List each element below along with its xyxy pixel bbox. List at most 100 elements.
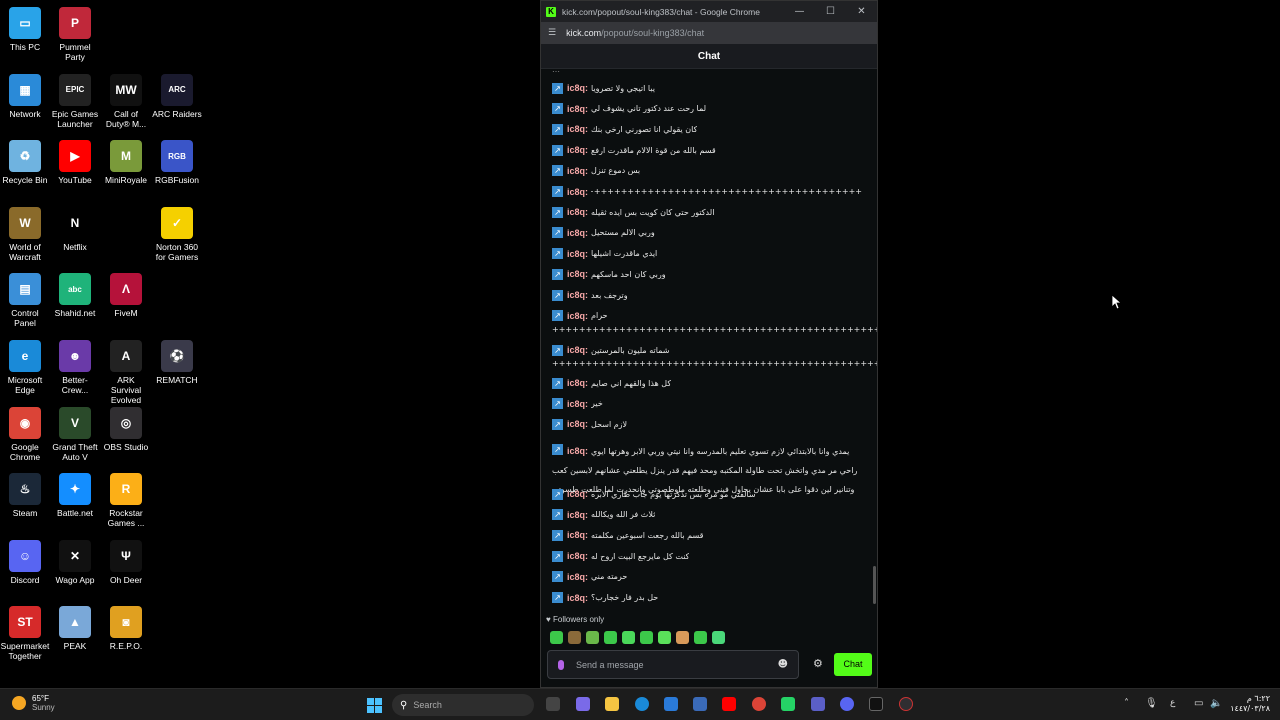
microphone-tray-icon[interactable]: 🎙 <box>1145 698 1158 709</box>
desktop-icon[interactable]: ST Supermarket Together <box>0 606 50 661</box>
desktop-icon[interactable]: ◙ R.E.P.O. <box>101 606 151 651</box>
task-view-icon[interactable] <box>546 697 560 711</box>
desktop-icon[interactable]: ⚽ REMATCH <box>152 340 202 385</box>
chrome-taskbar-icon[interactable] <box>752 697 766 711</box>
desktop-icon[interactable]: Ψ Oh Deer <box>101 539 151 585</box>
desktop-icon[interactable]: N Netflix <box>50 206 100 252</box>
desktop-icon[interactable]: ARC ARC Raiders <box>152 73 202 119</box>
desktop-icon[interactable]: ☻ Better-Crew... <box>50 340 100 395</box>
emote-icon[interactable] <box>640 631 653 644</box>
emote-bar[interactable] <box>550 631 725 644</box>
display-icon[interactable]: ▭ <box>1194 698 1203 709</box>
emoji-icon[interactable]: ☻ <box>778 659 788 670</box>
emote-icon[interactable] <box>712 631 725 644</box>
desktop-icon[interactable]: Λ FiveM <box>101 273 151 318</box>
emote-icon[interactable] <box>694 631 707 644</box>
desktop-icon[interactable]: A ARK Survival Evolved <box>101 340 151 405</box>
language-icon[interactable]: ع <box>1170 698 1175 708</box>
copilot-icon[interactable] <box>576 697 590 711</box>
close-icon[interactable]: ✕ <box>846 6 877 17</box>
microphone-icon[interactable] <box>558 659 564 670</box>
desktop-icon[interactable]: W World of Warcraft <box>0 206 50 262</box>
chat-messages[interactable]: … ↗ ic8q: يبا اتيجي ولا تصرويا ↗ ic8q: لما رح… <box>541 69 877 609</box>
desktop-icon[interactable]: ♨ Steam <box>0 473 50 518</box>
site-settings-icon[interactable]: ☰ <box>548 28 556 38</box>
chat-username[interactable]: ic8q: <box>567 311 588 321</box>
desktop-icon[interactable]: P Pummel Party <box>50 7 100 62</box>
chat-username[interactable]: ic8q: <box>567 399 588 409</box>
emote-icon[interactable] <box>676 631 689 644</box>
app-icon[interactable] <box>693 697 707 711</box>
desktop-icon[interactable]: ▤ Control Panel <box>0 273 50 328</box>
gear-icon[interactable]: ⚙ <box>813 657 823 670</box>
chat-send-button[interactable]: Chat <box>834 653 872 676</box>
chat-username[interactable]: ic8q: <box>567 249 588 259</box>
chat-username[interactable]: ic8q: <box>567 207 588 217</box>
chat-username[interactable]: ic8q: <box>567 145 588 155</box>
windows-start-icon[interactable] <box>367 698 382 713</box>
discord-taskbar-icon[interactable] <box>840 697 854 711</box>
chat-username[interactable]: ic8q: <box>567 378 588 388</box>
desktop-icon[interactable]: ◎ OBS Studio <box>101 406 151 452</box>
chat-username[interactable]: ic8q: <box>567 187 588 197</box>
emote-icon[interactable] <box>604 631 617 644</box>
chat-username[interactable]: ic8q: <box>567 166 588 176</box>
chat-username[interactable]: ic8q: <box>567 446 588 456</box>
desktop-icon[interactable]: ▶ YouTube <box>50 140 100 185</box>
volume-icon[interactable]: 🔈 <box>1210 698 1222 709</box>
chat-username[interactable]: ic8q: <box>567 551 588 561</box>
teams-icon[interactable] <box>811 697 825 711</box>
desktop-icon[interactable]: abc Shahid.net <box>50 273 100 318</box>
chat-username[interactable]: ic8q: <box>567 510 588 520</box>
file-explorer-icon[interactable] <box>605 697 619 711</box>
emote-icon[interactable] <box>550 631 563 644</box>
address-bar[interactable]: ☰ kick.com/popout/soul-king383/chat <box>541 22 877 44</box>
chat-username[interactable]: ic8q: <box>567 124 588 134</box>
emote-icon[interactable] <box>622 631 635 644</box>
chevron-up-icon[interactable]: ˄ <box>1124 698 1129 709</box>
clock[interactable]: ٦:٢٢ م ١٤٤٧/٠٣/٢٨ <box>1230 694 1270 714</box>
desktop-icon[interactable]: ▭ This PC <box>0 7 50 52</box>
chat-username[interactable]: ic8q: <box>567 228 588 238</box>
desktop-icon[interactable]: ✕ Wago App <box>50 539 100 585</box>
obs-taskbar-icon[interactable] <box>899 697 913 711</box>
desktop-icon[interactable]: ☺ Discord <box>0 539 50 585</box>
desktop-icon[interactable]: R Rockstar Games ... <box>101 473 151 528</box>
desktop-icon[interactable]: ✦ Battle.net <box>50 473 100 518</box>
desktop-icon[interactable]: ▲ PEAK <box>50 606 100 651</box>
chat-scrollbar[interactable] <box>872 69 876 609</box>
desktop-icon[interactable]: M MiniRoyale <box>101 140 151 185</box>
taskbar-search[interactable]: ⚲ Search <box>392 694 534 716</box>
scrollbar-thumb[interactable] <box>873 566 876 604</box>
edge-taskbar-icon[interactable] <box>635 697 649 711</box>
chat-input-box[interactable]: ☻ <box>547 650 799 679</box>
chat-username[interactable]: ic8q: <box>567 104 588 114</box>
desktop-icon[interactable]: RGB RGBFusion <box>152 140 202 185</box>
emote-icon[interactable] <box>658 631 671 644</box>
chat-message-input[interactable] <box>576 659 778 670</box>
desktop-icon[interactable]: MW Call of Duty® M... <box>101 73 151 129</box>
chat-username[interactable]: ic8q: <box>567 419 588 429</box>
capcut-icon[interactable] <box>869 697 883 711</box>
chat-username[interactable]: ic8q: <box>567 269 588 279</box>
chat-username[interactable]: ic8q: <box>567 530 588 540</box>
whatsapp-icon[interactable] <box>781 697 795 711</box>
chat-username[interactable]: ic8q: <box>567 345 588 355</box>
chat-username[interactable]: ic8q: <box>567 290 588 300</box>
url-text[interactable]: kick.com/popout/soul-king383/chat <box>566 28 704 38</box>
emote-icon[interactable] <box>586 631 599 644</box>
desktop-icon[interactable]: ✓ Norton 360 for Gamers <box>152 206 202 262</box>
desktop-icon[interactable]: ◉ Google Chrome <box>0 406 50 462</box>
desktop-icon[interactable]: ♻ Recycle Bin <box>0 140 50 185</box>
weather-widget[interactable]: 65°F Sunny <box>12 694 55 712</box>
youtube-taskbar-icon[interactable] <box>722 697 736 711</box>
chat-username[interactable]: ic8q: <box>567 572 588 582</box>
desktop-icon[interactable]: ▦ Network <box>0 73 50 119</box>
store-icon[interactable] <box>664 697 678 711</box>
chat-username[interactable]: ic8q: <box>567 489 588 499</box>
minimize-icon[interactable]: — <box>784 6 815 17</box>
maximize-icon[interactable]: ☐ <box>815 6 846 17</box>
chat-username[interactable]: ic8q: <box>567 593 588 603</box>
chat-username[interactable]: ic8q: <box>567 83 588 93</box>
desktop-icon[interactable]: V Grand Theft Auto V <box>50 406 100 462</box>
